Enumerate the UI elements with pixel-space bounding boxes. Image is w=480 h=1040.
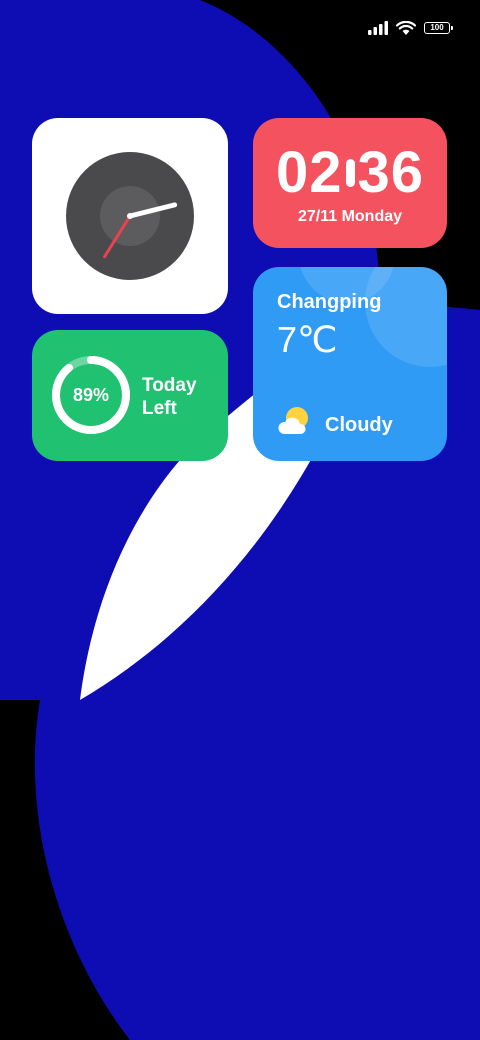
battery-percent: 89%	[72, 384, 110, 405]
date-text: 27/11 Monday	[297, 208, 403, 225]
analog-clock-icon	[66, 152, 194, 280]
home-screen: 100 02 36 27/11 Monday 89% Today Left Ch…	[0, 0, 480, 1040]
time-hours: 02	[275, 140, 343, 205]
battery-level-text: 100	[430, 23, 444, 32]
time-minutes: 36	[357, 140, 425, 205]
weather-city: Changping	[277, 291, 382, 313]
weather-condition: Cloudy	[325, 414, 393, 436]
battery-indicator: 100	[424, 22, 453, 34]
partly-cloudy-icon	[278, 407, 308, 434]
weather-widget[interactable]: Changping 7℃ Cloudy	[253, 267, 447, 461]
time-separator	[345, 159, 355, 187]
battery-label-line2: Left	[142, 398, 177, 419]
battery-label-line1: Today	[142, 375, 197, 396]
digital-time-widget[interactable]: 02 36 27/11 Monday	[253, 118, 447, 248]
analog-clock-widget[interactable]	[32, 118, 228, 314]
status-bar: 100	[368, 18, 453, 38]
wifi-icon	[396, 20, 416, 35]
time-display: 02 36	[253, 144, 447, 202]
battery-label: Today Left	[142, 374, 197, 420]
cellular-signal-icon	[368, 21, 388, 35]
weather-temperature: 7℃	[277, 319, 338, 360]
weather-decoration	[365, 267, 447, 367]
battery-widget[interactable]: 89% Today Left	[32, 330, 228, 461]
